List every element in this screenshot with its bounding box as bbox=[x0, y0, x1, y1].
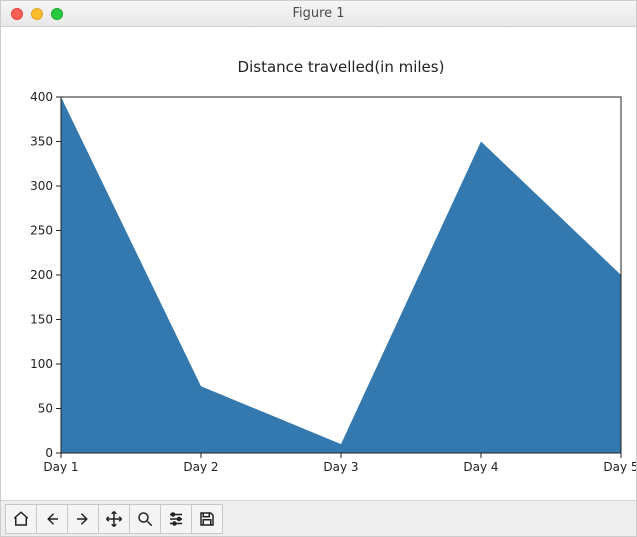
matplotlib-toolbar bbox=[1, 500, 636, 536]
x-tick-label: Day 3 bbox=[323, 460, 358, 474]
y-tick-label: 400 bbox=[30, 90, 53, 104]
back-button[interactable] bbox=[36, 504, 68, 534]
zoom-icon bbox=[136, 510, 154, 528]
x-tick-label: Day 2 bbox=[183, 460, 218, 474]
x-tick-label: Day 1 bbox=[43, 460, 78, 474]
window-title: Figure 1 bbox=[1, 6, 636, 21]
chart-canvas[interactable]: Distance travelled(in miles) 0 50 100 150 200… bbox=[1, 27, 636, 500]
maximize-icon[interactable] bbox=[51, 8, 63, 20]
area-series bbox=[61, 97, 621, 453]
y-tick-label: 200 bbox=[30, 268, 53, 282]
y-tick-label: 350 bbox=[30, 135, 53, 149]
y-tick-label: 300 bbox=[30, 179, 53, 193]
y-tick-label: 0 bbox=[45, 446, 53, 460]
arrow-right-icon bbox=[74, 510, 92, 528]
save-button[interactable] bbox=[191, 504, 223, 534]
sliders-icon bbox=[167, 510, 185, 528]
chart-title: Distance travelled(in miles) bbox=[238, 58, 445, 76]
pan-icon bbox=[105, 510, 123, 528]
zoom-button[interactable] bbox=[129, 504, 161, 534]
y-tick-label: 50 bbox=[38, 402, 53, 416]
y-tick-label: 250 bbox=[30, 224, 53, 238]
y-tick-label: 100 bbox=[30, 357, 53, 371]
arrow-left-icon bbox=[43, 510, 61, 528]
home-button[interactable] bbox=[5, 504, 37, 534]
x-tick-label: Day 5 bbox=[603, 460, 636, 474]
forward-button[interactable] bbox=[67, 504, 99, 534]
traffic-lights bbox=[11, 8, 63, 20]
titlebar: Figure 1 bbox=[1, 1, 636, 27]
x-tick-label: Day 4 bbox=[463, 460, 498, 474]
y-tick-label: 150 bbox=[30, 313, 53, 327]
close-icon[interactable] bbox=[11, 8, 23, 20]
minimize-icon[interactable] bbox=[31, 8, 43, 20]
area-chart: Distance travelled(in miles) 0 50 100 150 200… bbox=[1, 27, 636, 500]
pan-button[interactable] bbox=[98, 504, 130, 534]
configure-button[interactable] bbox=[160, 504, 192, 534]
figure-window: Figure 1 Distance travelled(in miles) 0 50… bbox=[0, 0, 637, 537]
save-icon bbox=[198, 510, 216, 528]
home-icon bbox=[12, 510, 30, 528]
